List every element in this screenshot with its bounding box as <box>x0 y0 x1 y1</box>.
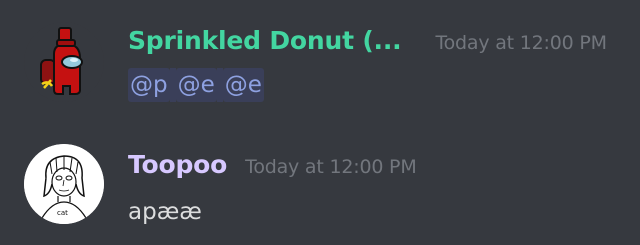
message-text: apææ <box>128 199 202 225</box>
user-mention[interactable]: @e <box>175 68 217 102</box>
message-header: Toopoo Today at 12:00 PM <box>128 150 417 179</box>
chat-message-2: cat Toopoo Today at 12:00 PM apææ <box>0 120 640 245</box>
avatar[interactable]: cat <box>24 144 104 224</box>
timestamp[interactable]: Today at 12:00 PM <box>435 32 607 54</box>
timestamp[interactable]: Today at 12:00 PM <box>245 156 417 178</box>
sketch-portrait-avatar-icon: cat <box>24 144 104 224</box>
message-content: apææ <box>128 196 202 228</box>
chat-message-1: Sprinkled Donut (... Today at 12:00 PM @… <box>0 0 640 120</box>
user-mention[interactable]: @p <box>128 68 170 102</box>
message-header: Sprinkled Donut (... Today at 12:00 PM <box>128 26 607 55</box>
message-content: @p @e @e <box>128 68 264 102</box>
mention-gap <box>216 68 223 102</box>
username[interactable]: Sprinkled Donut (... <box>128 26 402 55</box>
user-mention[interactable]: @e <box>222 68 264 102</box>
mention-gap <box>169 68 176 102</box>
avatar[interactable] <box>24 22 104 102</box>
username[interactable]: Toopoo <box>128 150 227 179</box>
shirt-scribble: cat <box>57 209 68 217</box>
red-crewmate-avatar-icon <box>24 22 104 102</box>
